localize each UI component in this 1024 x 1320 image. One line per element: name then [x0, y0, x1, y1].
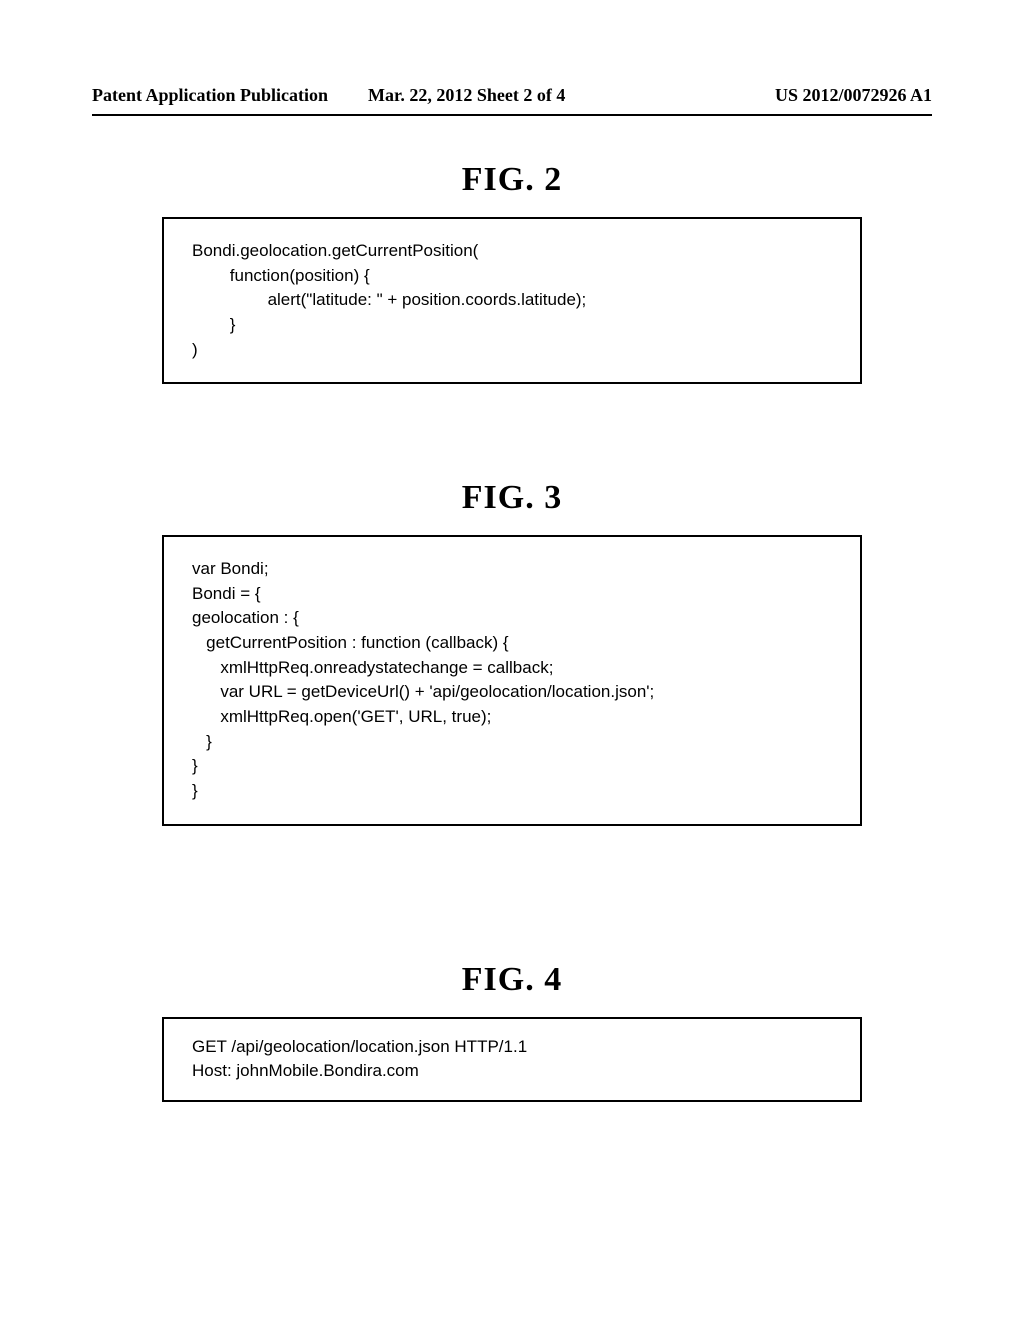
header-center-text: Mar. 22, 2012 Sheet 2 of 4 — [368, 85, 565, 106]
figure-3-code: var Bondi; Bondi = { geolocation : { get… — [192, 557, 832, 803]
figure-2-title: FIG. 2 — [0, 161, 1024, 199]
header-right-text: US 2012/0072926 A1 — [775, 85, 932, 106]
header-divider — [92, 114, 932, 116]
figure-4-code-box: GET /api/geolocation/location.json HTTP/… — [162, 1017, 862, 1102]
figure-2-code: Bondi.geolocation.getCurrentPosition( fu… — [192, 239, 832, 362]
header-left-text: Patent Application Publication — [92, 85, 328, 106]
figure-4-title: FIG. 4 — [0, 961, 1024, 999]
figure-4-code: GET /api/geolocation/location.json HTTP/… — [192, 1035, 832, 1084]
figure-3-code-box: var Bondi; Bondi = { geolocation : { get… — [162, 535, 862, 825]
figure-3-title: FIG. 3 — [0, 479, 1024, 517]
page-header: Patent Application Publication Mar. 22, … — [0, 0, 1024, 106]
figure-2-code-box: Bondi.geolocation.getCurrentPosition( fu… — [162, 217, 862, 384]
